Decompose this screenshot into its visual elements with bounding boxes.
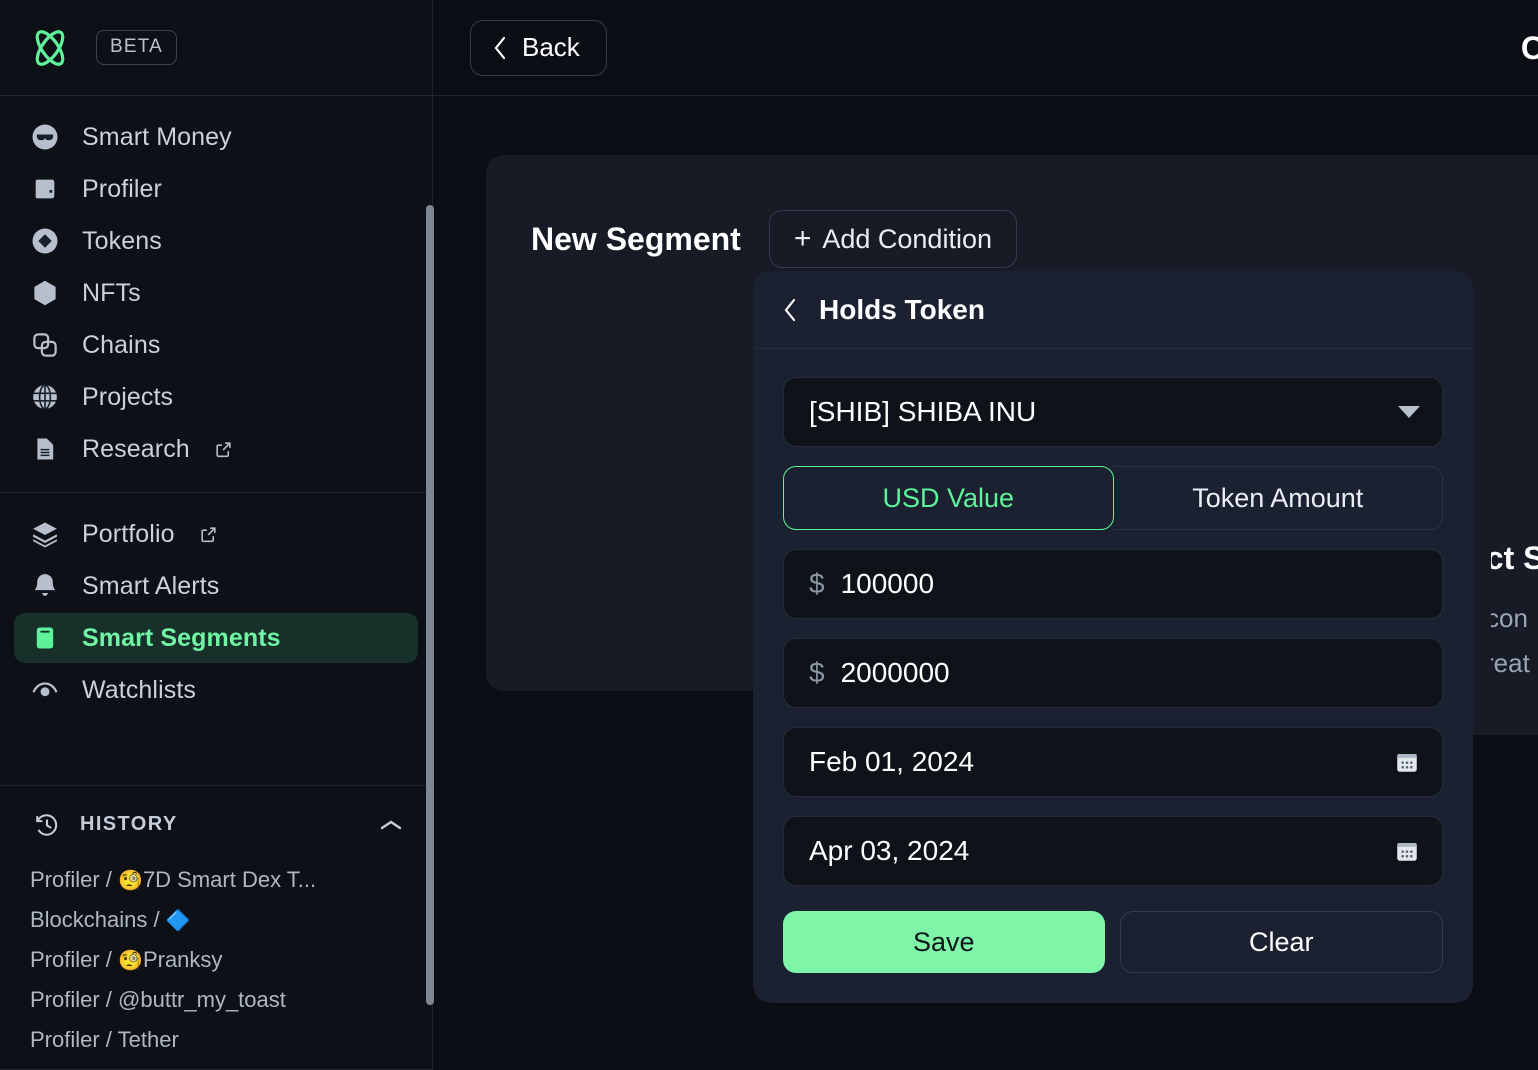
sidebar-item-nfts[interactable]: NFTs bbox=[14, 268, 418, 318]
sidebar-item-smart-alerts[interactable]: Smart Alerts bbox=[14, 561, 418, 611]
history-clock-icon bbox=[30, 808, 64, 842]
sidebar-item-profiler[interactable]: Profiler bbox=[14, 164, 418, 214]
history-item[interactable]: Profiler / @buttr_my_toast bbox=[30, 980, 432, 1020]
tab-token-amount[interactable]: Token Amount bbox=[1113, 466, 1443, 530]
sidebar-brand: BETA bbox=[0, 0, 432, 96]
start-date-text: Feb 01, 2024 bbox=[809, 746, 975, 777]
stacked-squares-icon bbox=[28, 328, 62, 362]
history-emoji: 🔷 bbox=[165, 909, 191, 932]
history-title: HISTORY bbox=[80, 813, 178, 836]
book-icon bbox=[28, 621, 62, 655]
chevron-down-icon bbox=[1398, 406, 1420, 418]
modal-title: Holds Token bbox=[819, 293, 985, 325]
add-condition-label: Add Condition bbox=[822, 223, 992, 254]
nav-group-primary: Smart Money Profiler Tokens NFTs Chains … bbox=[0, 96, 432, 492]
end-date-text: Apr 03, 2024 bbox=[809, 835, 970, 866]
create-segment-button[interactable]: C bbox=[1521, 0, 1538, 96]
start-date-input[interactable]: Feb 01, 2024 bbox=[783, 727, 1443, 797]
plus-icon: + bbox=[793, 222, 812, 255]
token-select-value: [SHIB] SHIBA INU bbox=[809, 396, 1037, 427]
history-section: HISTORY Profiler / 🧐7D Smart Dex T... Bl… bbox=[0, 784, 432, 1070]
layers-icon bbox=[28, 517, 62, 551]
sidebar-item-portfolio[interactable]: Portfolio bbox=[14, 509, 418, 559]
chevron-left-icon bbox=[494, 36, 506, 59]
save-button[interactable]: Save bbox=[783, 911, 1105, 973]
sidebar-item-label: Smart Segments bbox=[82, 623, 281, 652]
min-value-text: 100000 bbox=[840, 568, 935, 599]
history-item[interactable]: Profiler / Tether bbox=[30, 1020, 432, 1060]
sidebar-item-projects[interactable]: Projects bbox=[14, 372, 418, 422]
modal-actions: Save Clear bbox=[783, 911, 1443, 973]
sidebar-item-chains[interactable]: Chains bbox=[14, 320, 418, 370]
sidebar: BETA Smart Money Profiler Tokens NFTs Ch… bbox=[0, 0, 434, 1070]
back-label: Back bbox=[522, 32, 580, 62]
sidebar-item-label: Profiler bbox=[82, 174, 162, 203]
chevron-up-icon[interactable] bbox=[378, 817, 404, 833]
sidebar-item-label: Smart Money bbox=[82, 122, 232, 151]
beta-badge: BETA bbox=[96, 30, 178, 65]
add-condition-button[interactable]: + Add Condition bbox=[768, 210, 1017, 268]
sidebar-item-label: NFTs bbox=[82, 278, 141, 307]
history-emoji: 🧐 bbox=[118, 869, 143, 892]
sidebar-item-research[interactable]: Research bbox=[14, 424, 418, 474]
dollar-sign-icon: $ bbox=[809, 568, 825, 599]
end-date-input[interactable]: Apr 03, 2024 bbox=[783, 816, 1443, 886]
max-value-text: 2000000 bbox=[840, 657, 950, 688]
token-diamond-icon bbox=[28, 224, 62, 258]
max-value-input[interactable]: $ 2000000 bbox=[783, 638, 1443, 708]
globe-icon bbox=[28, 380, 62, 414]
sidebar-item-label: Chains bbox=[82, 330, 161, 359]
sidebar-item-label: Tokens bbox=[82, 226, 162, 255]
external-link-icon bbox=[216, 441, 231, 457]
token-select[interactable]: [SHIB] SHIBA INU bbox=[783, 377, 1443, 447]
hexagon-icon bbox=[28, 276, 62, 310]
history-item[interactable]: Blockchains / 🔷 bbox=[30, 900, 432, 940]
wallet-icon bbox=[28, 172, 62, 206]
sidebar-item-label: Research bbox=[82, 434, 190, 463]
sidebar-item-smart-segments[interactable]: Smart Segments bbox=[14, 613, 418, 663]
eye-icon bbox=[28, 673, 62, 707]
calendar-icon[interactable] bbox=[1394, 749, 1420, 775]
sidebar-item-label: Smart Alerts bbox=[82, 571, 220, 600]
history-item[interactable]: Profiler / 🧐7D Smart Dex T... bbox=[30, 860, 432, 900]
chevron-left-icon[interactable] bbox=[781, 296, 799, 324]
nav-group-secondary: Portfolio Smart Alerts Smart Segments Wa… bbox=[0, 492, 432, 733]
tab-usd-value[interactable]: USD Value bbox=[783, 466, 1114, 530]
segment-canvas: ect S con creat New Segment + Add Condit… bbox=[433, 96, 1538, 1070]
sidebar-item-watchlists[interactable]: Watchlists bbox=[14, 665, 418, 715]
sidebar-item-label: Portfolio bbox=[82, 519, 175, 548]
history-item[interactable]: Profiler / 🧐Pranksy bbox=[30, 940, 432, 980]
page-title: New Segment bbox=[531, 220, 741, 257]
sidebar-item-label: Projects bbox=[82, 382, 174, 411]
holds-token-modal: Holds Token [SHIB] SHIBA INU USD Value T… bbox=[753, 271, 1473, 1003]
dollar-sign-icon: $ bbox=[809, 657, 825, 688]
segment-header-row: New Segment + Add Condition bbox=[486, 155, 1491, 268]
bell-icon bbox=[28, 569, 62, 603]
back-button[interactable]: Back bbox=[470, 19, 607, 76]
sidebar-item-label: Watchlists bbox=[82, 675, 196, 704]
calendar-icon[interactable] bbox=[1394, 838, 1420, 864]
modal-header: Holds Token bbox=[753, 271, 1473, 349]
app-root: BETA Smart Money Profiler Tokens NFTs Ch… bbox=[0, 0, 1538, 1070]
history-emoji: 🧐 bbox=[118, 949, 143, 972]
sidebar-item-tokens[interactable]: Tokens bbox=[14, 216, 418, 266]
history-list: Profiler / 🧐7D Smart Dex T... Blockchain… bbox=[0, 842, 432, 1060]
main-content: Back C ect S con creat New Segment + Add… bbox=[433, 0, 1538, 1070]
atom-knot-logo-icon bbox=[35, 29, 65, 66]
document-icon bbox=[28, 432, 62, 466]
min-value-input[interactable]: $ 100000 bbox=[783, 549, 1443, 619]
modal-body: [SHIB] SHIBA INU USD Value Token Amount … bbox=[753, 349, 1473, 1003]
history-header[interactable]: HISTORY bbox=[0, 808, 432, 842]
external-link-icon bbox=[201, 526, 216, 542]
sunglasses-face-icon bbox=[28, 120, 62, 154]
top-bar: Back C bbox=[433, 0, 1538, 96]
value-mode-toggle: USD Value Token Amount bbox=[783, 466, 1443, 530]
sidebar-item-smart-money[interactable]: Smart Money bbox=[14, 112, 418, 162]
sidebar-scrollbar[interactable] bbox=[426, 205, 434, 1005]
clear-button[interactable]: Clear bbox=[1119, 911, 1443, 973]
sidebar-nav: Smart Money Profiler Tokens NFTs Chains … bbox=[0, 96, 432, 785]
